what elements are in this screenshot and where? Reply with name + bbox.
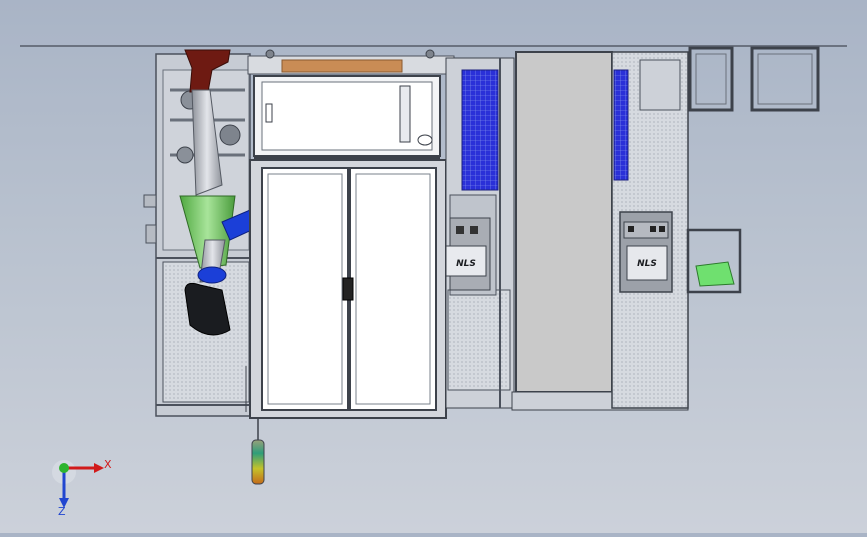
cad-viewport[interactable]: NLS NLS X Z (0, 0, 867, 533)
coordinate-triad: X Z (52, 458, 112, 518)
right-control-section[interactable]: NLS (611, 51, 689, 409)
external-frame-structures[interactable] (686, 46, 820, 294)
electrical-cabinet-top[interactable] (247, 49, 455, 162)
blue-joint (197, 266, 227, 284)
green-tray (695, 261, 735, 287)
middle-electrical-section[interactable]: NLS (445, 57, 515, 409)
z-axis-label: Z (58, 505, 66, 518)
x-axis-label: X (104, 458, 112, 471)
tower-light[interactable] (251, 439, 265, 485)
door-handle[interactable] (342, 277, 354, 301)
hmi-left-label: NLS (456, 259, 476, 269)
main-cabinet[interactable] (249, 159, 447, 419)
hmi-right-label: NLS (637, 259, 657, 269)
